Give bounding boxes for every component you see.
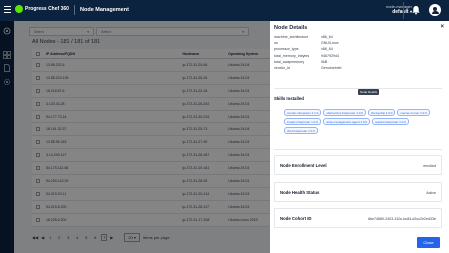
health-status-label: Node Health Status: [280, 190, 320, 195]
chef-logo-mark: [15, 5, 23, 13]
header-separator: [74, 5, 75, 15]
property-key: os: [274, 41, 278, 46]
property-key: processor_type: [274, 47, 299, 52]
health-status-card: Node Health Status Active: [274, 182, 442, 202]
health-status-value: Active: [426, 191, 436, 195]
cohort-id-card: Node Cohort ID 6be74680-2403-410c-bc84-d…: [274, 208, 442, 228]
property-key: machine_architecture: [274, 35, 309, 39]
cohort-id-value: 6be74680-2403-410c-bc84-d2cc2e2ed33e: [368, 217, 436, 221]
hamburger-menu-icon[interactable]: [4, 6, 11, 13]
node-details-drawer: Node Details × machine_architecture x86_6…: [270, 21, 449, 253]
user-avatar-icon[interactable]: [429, 4, 441, 16]
skill-chip: courier-runner 1.0.0: [397, 109, 430, 116]
cohort-id-label: Node Cohort ID: [280, 216, 312, 221]
property-key: total_swapmemory: [274, 59, 305, 64]
node-property: total_swapmemory 0kB: [274, 60, 327, 64]
skill-chip: chef-interpreter 1.0.0: [284, 127, 318, 134]
enrollment-level-value: enrolled: [423, 164, 436, 168]
property-value: GenuineIntel: [321, 66, 342, 70]
app-title: Node Management: [80, 7, 129, 13]
skill-chip: restart-interpreter 1.0.0: [372, 118, 409, 125]
top-navigation-bar: Progress Chef 360 Node Management node-m…: [0, 0, 449, 21]
property-value: 0kB: [321, 59, 328, 64]
property-value: x86_64: [321, 47, 333, 52]
close-icon[interactable]: ×: [440, 24, 444, 30]
enrollment-level-card: Node Enrollment Level enrolled: [274, 155, 442, 175]
progress-chef-logo[interactable]: Progress Chef 360: [15, 5, 69, 13]
close-button[interactable]: Close: [417, 237, 440, 248]
node-property: processor_type x86_64: [274, 47, 333, 51]
skills-list: courier-interpreter 1.1.0 shell-script-in…: [284, 109, 434, 134]
skills-installed-title: Skills Installed: [274, 96, 304, 101]
drawer-title: Node Details: [274, 25, 308, 31]
modal-backdrop[interactable]: [0, 21, 270, 253]
skill-chip: node-management-agent 1.0.0: [322, 118, 371, 125]
property-value: GNU/Linux: [321, 41, 339, 46]
skill-chip: inspec-interpreter 1.0.0: [284, 118, 321, 125]
property-value: 946792944: [321, 53, 339, 58]
logo-text: Progress Chef 360: [25, 6, 69, 12]
property-value: x86_64: [321, 35, 333, 39]
bell-icon[interactable]: [411, 5, 421, 15]
tooltip: Node Details: [358, 89, 380, 95]
enrollment-level-label: Node Enrollment Level: [280, 163, 327, 168]
node-property: total_memory_inbytes 946792944: [274, 54, 339, 58]
property-key: vendor_id: [274, 66, 290, 70]
skill-chip: shell-script-interpreter 1.0.0: [323, 109, 366, 116]
header-divider: [403, 2, 404, 19]
node-property: machine_architecture x86_64: [274, 35, 333, 39]
node-property: vendor_id GenuineIntel: [274, 66, 341, 70]
node-property: os GNU/Linux: [274, 41, 339, 45]
skill-chip: chef-gohai 1.0.0: [367, 109, 396, 116]
divider: [274, 149, 442, 150]
property-key: total_memory_inbytes: [274, 53, 310, 58]
skill-chip: courier-interpreter 1.1.0: [284, 109, 322, 116]
